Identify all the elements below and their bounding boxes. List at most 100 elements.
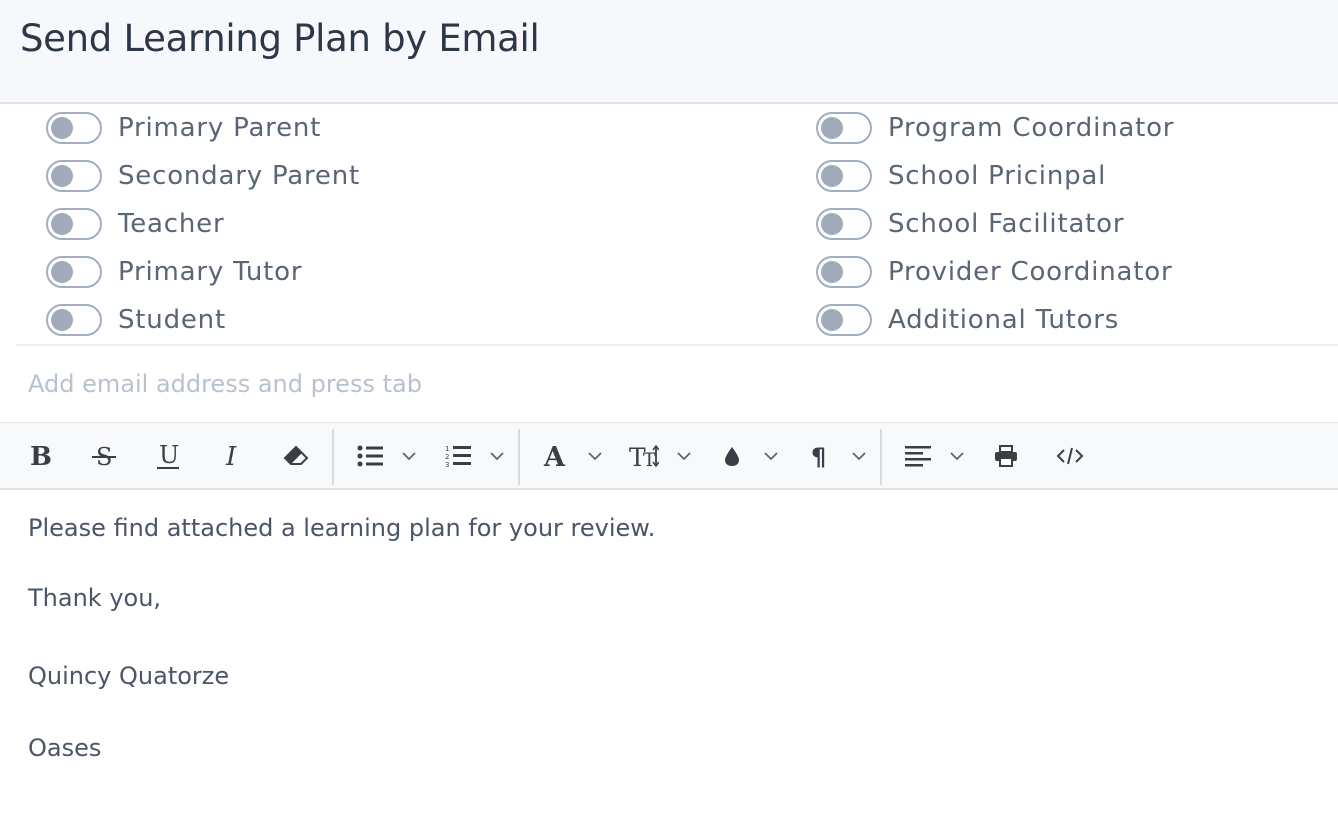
recipient-row-student[interactable]: Student: [46, 296, 226, 344]
recipient-row-primary-tutor[interactable]: Primary Tutor: [46, 248, 302, 296]
editor-toolbar: B S U I 1 2 3 A T T ¶: [0, 422, 1338, 490]
highlight-color-icon: [725, 447, 739, 466]
recipient-label: Provider Coordinator: [888, 257, 1173, 287]
recipient-label: Program Coordinator: [888, 113, 1175, 143]
toggle-knob: [821, 213, 843, 235]
toggle-knob: [51, 309, 73, 331]
toggle-knob: [821, 261, 843, 283]
editor-line: Thank you,: [28, 584, 162, 612]
svg-text:2: 2: [445, 453, 449, 461]
align-button[interactable]: [900, 423, 936, 489]
chevron-down-icon: [677, 452, 691, 461]
font-size-icon: T T: [629, 443, 659, 469]
font-size-button[interactable]: T T: [626, 423, 662, 489]
toggle-switch[interactable]: [816, 160, 872, 192]
toggle-knob: [821, 165, 843, 187]
highlight-color-dropdown[interactable]: [763, 423, 779, 489]
svg-text:B: B: [30, 443, 52, 469]
font-color-icon: A: [543, 443, 566, 469]
toggle-knob: [821, 309, 843, 331]
chevron-down-icon: [950, 452, 964, 461]
recipient-row-secondary-parent[interactable]: Secondary Parent: [46, 152, 360, 200]
recipient-row-school-principal[interactable]: School Pricinpal: [816, 152, 1106, 200]
recipient-row-additional-tutors[interactable]: Additional Tutors: [816, 296, 1119, 344]
chevron-down-icon: [588, 452, 602, 461]
recipient-row-primary-parent[interactable]: Primary Parent: [46, 104, 321, 152]
toggle-switch[interactable]: [46, 304, 102, 336]
svg-text:A: A: [543, 443, 566, 469]
toolbar-separator: [518, 429, 520, 485]
paragraph-style-dropdown[interactable]: [851, 423, 867, 489]
bold-button[interactable]: B: [22, 423, 58, 489]
recipient-row-teacher[interactable]: Teacher: [46, 200, 224, 248]
unordered-list-dropdown[interactable]: [401, 423, 417, 489]
code-view-icon: [1056, 447, 1084, 465]
recipient-label: Additional Tutors: [888, 305, 1120, 335]
print-icon: [995, 445, 1017, 467]
recipient-label: Student: [118, 305, 226, 335]
paragraph-style-button[interactable]: ¶: [802, 423, 838, 489]
recipient-label: Primary Parent: [118, 113, 322, 143]
bold-icon: B: [30, 443, 52, 469]
recipient-row-provider-coordinator[interactable]: Provider Coordinator: [816, 248, 1172, 296]
toolbar-separator: [880, 429, 882, 485]
toggle-knob: [51, 165, 73, 187]
font-size-dropdown[interactable]: [676, 423, 692, 489]
ordered-list-icon: 1 2 3: [445, 445, 471, 468]
italic-icon: I: [225, 443, 237, 469]
recipient-toggles: Primary Parent Secondary Parent Teacher …: [0, 104, 1338, 344]
toggle-switch[interactable]: [46, 208, 102, 240]
paragraph-style-icon: ¶: [811, 444, 826, 468]
font-color-dropdown[interactable]: [587, 423, 603, 489]
print-button[interactable]: [988, 423, 1024, 489]
svg-text:¶: ¶: [811, 444, 826, 468]
recipient-label: School Pricinpal: [888, 161, 1107, 191]
toggle-switch[interactable]: [46, 112, 102, 144]
ordered-list-button[interactable]: 1 2 3: [440, 423, 476, 489]
toggle-switch[interactable]: [816, 256, 872, 288]
email-address-input[interactable]: [0, 346, 1338, 422]
toggle-switch[interactable]: [816, 112, 872, 144]
toggle-switch[interactable]: [816, 208, 872, 240]
ordered-list-dropdown[interactable]: [489, 423, 505, 489]
chevron-down-icon: [852, 452, 866, 461]
modal-header: Send Learning Plan by Email: [0, 0, 1338, 104]
recipient-label: Secondary Parent: [118, 161, 360, 191]
svg-text:U: U: [159, 442, 179, 469]
editor-line: Oases: [28, 734, 102, 762]
unordered-list-icon: [357, 445, 383, 467]
chevron-down-icon: [402, 452, 416, 461]
svg-text:1: 1: [445, 445, 449, 453]
highlight-color-button[interactable]: [714, 423, 750, 489]
chevron-down-icon: [490, 452, 504, 461]
clear-format-button[interactable]: [278, 423, 314, 489]
recipient-row-school-facilitator[interactable]: School Facilitator: [816, 200, 1124, 248]
svg-text:3: 3: [445, 461, 449, 468]
underline-button[interactable]: U: [150, 423, 186, 489]
svg-text:I: I: [225, 443, 237, 469]
toggle-knob: [821, 117, 843, 139]
message-editor[interactable]: Please find attached a learning plan for…: [0, 490, 1338, 816]
align-icon: [905, 446, 931, 467]
toggle-knob: [51, 213, 73, 235]
strikethrough-button[interactable]: S: [86, 423, 122, 489]
font-color-button[interactable]: A: [538, 423, 574, 489]
recipient-row-program-coordinator[interactable]: Program Coordinator: [816, 104, 1174, 152]
unordered-list-button[interactable]: [352, 423, 388, 489]
toggle-switch[interactable]: [46, 160, 102, 192]
underline-icon: U: [157, 442, 179, 469]
strikethrough-icon: S: [92, 443, 116, 469]
toggle-knob: [51, 261, 73, 283]
eraser-icon: [283, 445, 309, 465]
toggle-switch[interactable]: [816, 304, 872, 336]
recipient-label: Primary Tutor: [118, 257, 303, 287]
italic-button[interactable]: I: [214, 423, 250, 489]
modal-title: Send Learning Plan by Email: [20, 17, 540, 60]
toggle-switch[interactable]: [46, 256, 102, 288]
code-view-button[interactable]: [1052, 423, 1088, 489]
align-dropdown[interactable]: [949, 423, 965, 489]
editor-line: Quincy Quatorze: [28, 662, 230, 690]
recipient-label: Teacher: [118, 209, 225, 239]
toggle-knob: [51, 117, 73, 139]
chevron-down-icon: [764, 452, 778, 461]
